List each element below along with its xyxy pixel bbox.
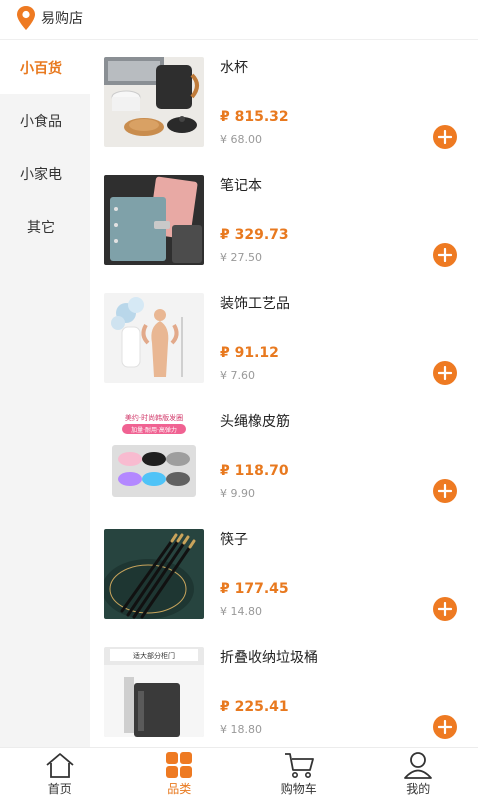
sidebar-item-label: 小百货: [20, 60, 62, 77]
category-grid-icon: [166, 752, 193, 778]
sidebar-item-label: 小食品: [20, 113, 62, 130]
product-name: 折叠收纳垃圾桶: [220, 650, 318, 666]
plus-icon: [438, 720, 452, 734]
product-name: 笔记本: [220, 178, 262, 194]
product-image-cup[interactable]: [104, 57, 204, 147]
product-price: ₽ 815.32: [220, 109, 289, 125]
product-image-trash-bin[interactable]: 适大部分柜门: [104, 647, 204, 737]
plus-icon: [438, 484, 452, 498]
tab-home[interactable]: 首页: [0, 748, 120, 798]
banner-text: 适大部分柜门: [133, 651, 175, 660]
tab-label: 购物车: [280, 782, 317, 796]
product-name: 头绳橡皮筋: [220, 414, 290, 430]
tab-category[interactable]: 品类: [120, 748, 240, 798]
product-price: ₽ 177.45: [220, 581, 289, 597]
sidebar-item-appliances[interactable]: 小家电: [0, 147, 90, 200]
sidebar-item-others[interactable]: 其它: [0, 200, 90, 253]
category-sidebar: 小百货 小食品 小家电 其它: [0, 41, 90, 747]
product-image-chopsticks[interactable]: [104, 529, 204, 619]
tab-cart[interactable]: 购物车: [239, 748, 359, 798]
add-to-cart-button[interactable]: [433, 243, 457, 267]
product-item[interactable]: 水杯 ₽ 815.32 ¥ 68.00: [90, 41, 478, 159]
banner-subtext: 加量·耐用·高弹力: [131, 426, 177, 434]
product-item[interactable]: 笔记本 ₽ 329.73 ¥ 27.50: [90, 159, 478, 277]
add-to-cart-button[interactable]: [433, 125, 457, 149]
tab-label: 我的: [406, 782, 431, 796]
store-name[interactable]: 易购店: [41, 8, 83, 28]
product-name: 装饰工艺品: [220, 296, 290, 312]
product-price: ₽ 91.12: [220, 345, 279, 361]
product-original-price: ¥ 7.60: [220, 369, 255, 382]
plus-icon: [438, 602, 452, 616]
product-item[interactable]: 美约·时尚韩版发圈 加量·耐用·高弹力 头绳橡皮筋 ₽ 118.70 ¥ 9.9…: [90, 395, 478, 513]
sidebar-item-label: 小家电: [20, 166, 62, 183]
location-pin-icon: [17, 6, 35, 30]
plus-icon: [438, 130, 452, 144]
product-price: ₽ 225.41: [220, 699, 289, 715]
product-name: 筷子: [220, 532, 248, 548]
top-header: 易购店: [0, 0, 478, 40]
add-to-cart-button[interactable]: [433, 361, 457, 385]
plus-icon: [438, 366, 452, 380]
product-list[interactable]: 水杯 ₽ 815.32 ¥ 68.00 笔记本 ₽ 329.73 ¥ 27.50: [90, 41, 478, 747]
bottom-tab-bar: 首页 品类 购物车 我的: [0, 747, 478, 798]
product-item[interactable]: 适大部分柜门 折叠收纳垃圾桶 ₽ 225.41 ¥ 18.80: [90, 631, 478, 747]
sidebar-item-label: 其它: [27, 219, 55, 236]
product-price: ₽ 329.73: [220, 227, 289, 243]
product-original-price: ¥ 27.50: [220, 251, 262, 264]
product-image-decoration[interactable]: [104, 293, 204, 383]
product-original-price: ¥ 68.00: [220, 133, 262, 146]
cart-icon: [284, 753, 314, 778]
product-image-hair-ties[interactable]: 美约·时尚韩版发圈 加量·耐用·高弹力: [104, 411, 204, 501]
home-icon: [46, 753, 74, 778]
user-icon: [404, 752, 433, 779]
banner-text: 美约·时尚韩版发圈: [125, 413, 183, 422]
add-to-cart-button[interactable]: [433, 597, 457, 621]
sidebar-item-snacks[interactable]: 小食品: [0, 94, 90, 147]
product-original-price: ¥ 18.80: [220, 723, 262, 736]
tab-me[interactable]: 我的: [359, 748, 478, 798]
tab-label: 品类: [167, 782, 192, 796]
product-price: ₽ 118.70: [220, 463, 289, 479]
product-image-notebook[interactable]: [104, 175, 204, 265]
plus-icon: [438, 248, 452, 262]
product-original-price: ¥ 14.80: [220, 605, 262, 618]
product-item[interactable]: 筷子 ₽ 177.45 ¥ 14.80: [90, 513, 478, 631]
product-original-price: ¥ 9.90: [220, 487, 255, 500]
sidebar-item-daily-goods[interactable]: 小百货: [0, 41, 90, 94]
product-name: 水杯: [220, 60, 248, 76]
add-to-cart-button[interactable]: [433, 479, 457, 503]
tab-label: 首页: [47, 782, 72, 796]
product-item[interactable]: 装饰工艺品 ₽ 91.12 ¥ 7.60: [90, 277, 478, 395]
add-to-cart-button[interactable]: [433, 715, 457, 739]
